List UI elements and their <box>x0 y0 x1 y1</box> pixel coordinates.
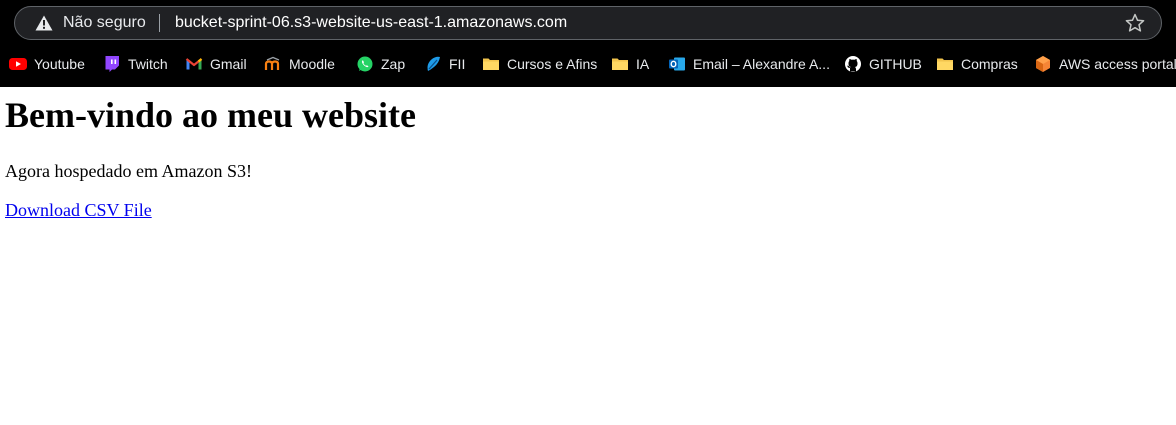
youtube-icon <box>9 58 27 70</box>
bookmarks-bar: Youtube Twitch Gmail Moodle Zap FII Curs… <box>0 50 1176 78</box>
bookmark-folder-cursos[interactable]: Cursos e Afins <box>482 50 597 78</box>
bookmark-folder-compras[interactable]: Compras <box>936 50 1018 78</box>
gmail-icon <box>185 58 203 70</box>
aws-icon <box>1036 56 1050 72</box>
url-text[interactable]: bucket-sprint-06.s3-website-us-east-1.am… <box>175 14 567 32</box>
bookmark-aws[interactable]: AWS access portal <box>1034 50 1176 78</box>
bookmark-label: Moodle <box>289 56 335 72</box>
outlook-icon <box>669 57 685 71</box>
bookmark-label: Email – Alexandre A... <box>693 56 830 72</box>
address-divider <box>159 14 160 32</box>
twitch-icon <box>105 56 119 72</box>
bookmark-github[interactable]: GITHUB <box>844 50 922 78</box>
bookmark-label: AWS access portal <box>1059 56 1176 72</box>
bookmark-email[interactable]: Email – Alexandre A... <box>668 50 830 78</box>
address-bar[interactable]: Não seguro bucket-sprint-06.s3-website-u… <box>14 6 1162 40</box>
warning-icon[interactable] <box>35 15 53 31</box>
bookmark-youtube[interactable]: Youtube <box>9 50 85 78</box>
bookmark-twitch[interactable]: Twitch <box>103 50 168 78</box>
bookmark-label: Zap <box>381 56 406 72</box>
folder-icon <box>937 58 953 70</box>
star-icon[interactable] <box>1125 13 1145 33</box>
folder-icon <box>612 58 628 70</box>
bookmark-folder-ia[interactable]: IA <box>611 50 649 78</box>
bookmark-gmail[interactable]: Gmail <box>185 50 247 78</box>
bookmark-label: Cursos e Afins <box>507 56 598 72</box>
moodle-icon <box>264 56 280 70</box>
security-status-label[interactable]: Não seguro <box>63 14 146 32</box>
bookmark-label: Twitch <box>128 56 168 72</box>
bookmark-fii[interactable]: FII <box>424 50 465 78</box>
bookmark-label: Gmail <box>210 56 247 72</box>
bookmark-label: FII <box>449 56 466 72</box>
page-content: Bem-vindo ao meu website Agora hospedado… <box>0 87 1176 425</box>
github-icon <box>845 56 861 72</box>
page-subtitle: Agora hospedado em Amazon S3! <box>5 161 252 181</box>
browser-toolbar: Não seguro bucket-sprint-06.s3-website-u… <box>0 0 1176 87</box>
bookmark-moodle[interactable]: Moodle <box>264 50 335 78</box>
bookmark-label: Compras <box>961 56 1018 72</box>
bookmark-label: GITHUB <box>869 56 922 72</box>
page-heading: Bem-vindo ao meu website <box>5 95 416 135</box>
bookmark-label: Youtube <box>34 56 85 72</box>
bookmark-zap[interactable]: Zap <box>356 50 405 78</box>
download-csv-link[interactable]: Download CSV File <box>5 199 152 221</box>
bookmark-label: IA <box>636 56 650 72</box>
folder-icon <box>483 58 499 70</box>
whatsapp-icon <box>357 56 373 72</box>
fii-icon <box>427 56 440 71</box>
